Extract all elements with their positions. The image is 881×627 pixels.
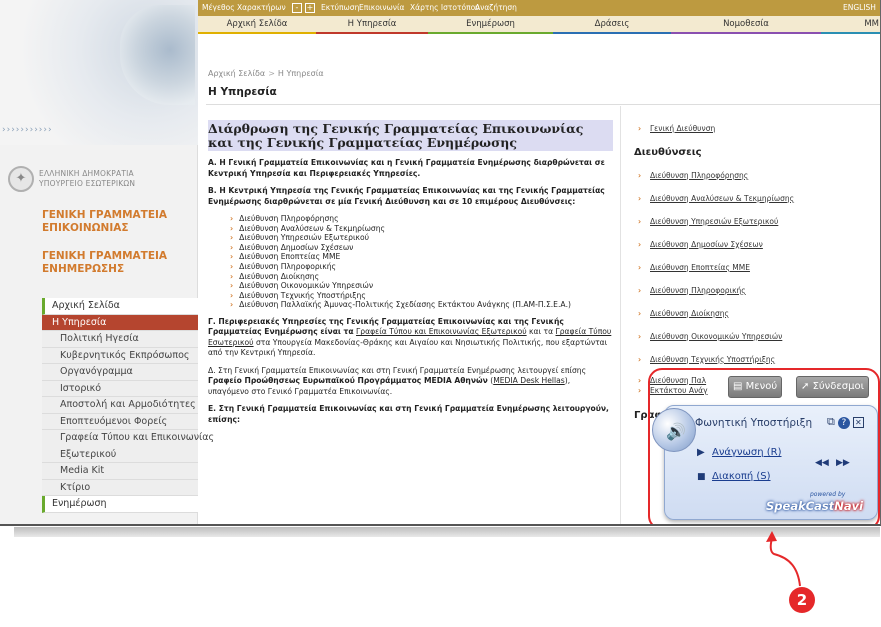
english-link[interactable]: ENGLISH xyxy=(843,0,876,16)
secretariat-information-link[interactable]: ΓΕΝΙΚΗ ΓΡΑΜΜΑΤΕΙΑ ΕΝΗΜΕΡΩΣΗΣ xyxy=(42,250,167,276)
paragraph-g-rest: στα Υπουργεία Μακεδονίας-Θράκης και Αιγα… xyxy=(208,337,608,358)
breadcrumb-current: Η Υπηρεσία xyxy=(277,69,324,78)
right-link[interactable]: Διεύθυνση Οικονομικών Υπηρεσιών xyxy=(638,332,782,341)
list-item: Διεύθυνση Δημοσίων Σχέσεων xyxy=(230,243,613,253)
right-link[interactable]: Διεύθυνση Τεχνικής Υποστήριξης xyxy=(638,355,775,364)
screenshot-shadow xyxy=(14,527,880,537)
sidebar-item-political-leadership[interactable]: Πολιτική Ηγεσία xyxy=(42,331,198,348)
breadcrumb-separator: > xyxy=(268,69,275,78)
list-item: Διεύθυνση Διοίκησης xyxy=(230,272,613,282)
contact-link[interactable]: Επικοινωνία xyxy=(359,0,404,16)
sidebar-item-building[interactable]: Κτίριο xyxy=(42,479,198,496)
font-increase-button[interactable]: + xyxy=(305,3,315,13)
government-label: ΕΛΛΗΝΙΚΗ ΔΗΜΟΚΡΑΤΙΑ ΥΠΟΥΡΓΕΙΟ ΕΣΩΤΕΡΙΚΩΝ xyxy=(39,169,135,189)
highlight-box xyxy=(648,368,880,524)
list-item: Διεύθυνση Πληροφόρησης xyxy=(230,214,613,224)
left-column: ››››››››››› ✦ ΕΛΛΗΝΙΚΗ ΔΗΜΟΚΡΑΤΙΑ ΥΠΟΥΡΓ… xyxy=(0,0,214,524)
paragraph-d-bold: Γραφείο Προώθησεως Ευρωπαϊκού Προγράμματ… xyxy=(208,376,488,386)
main-content: Διάρθρωση της Γενικής Γραμματείας Επικοι… xyxy=(208,120,613,425)
paragraph-b: Β. Η Κεντρική Υπηρεσία της Γενικής Γραμμ… xyxy=(208,186,605,206)
general-directorate-link[interactable]: Γενική Διεύθυνση xyxy=(638,124,715,133)
list-item: Διεύθυνση Υπηρεσιών Εξωτερικού xyxy=(230,233,613,243)
sidebar-item-home[interactable]: Αρχική Σελίδα xyxy=(42,298,198,315)
right-link[interactable]: Διεύθυνση Διοίκησης xyxy=(638,309,729,318)
list-item: Διεύθυνση Αναλύσεων & Τεκμηρίωσης xyxy=(230,224,613,234)
sidebar-item-media-kit[interactable]: Media Kit xyxy=(42,463,198,480)
divider xyxy=(206,104,880,105)
right-link[interactable]: Διεύθυνση Πληροφόρησης xyxy=(638,171,748,180)
paragraph-d-start: Δ. Στη Γενική Γραμματεία Επικοινωνίας κα… xyxy=(208,365,587,375)
paragraph-d: Δ. Στη Γενική Γραμματεία Επικοινωνίας κα… xyxy=(208,365,587,396)
greek-emblem-icon: ✦ xyxy=(8,166,34,192)
gov-line-1: ΕΛΛΗΝΙΚΗ ΔΗΜΟΚΡΑΤΙΑ xyxy=(39,169,134,178)
main-nav: Αρχική Σελίδα Η Υπηρεσία Ενημέρωση Δράσε… xyxy=(198,16,880,34)
sec1-line1: ΓΕΝΙΚΗ ΓΡΑΜΜΑΤΕΙΑ xyxy=(42,209,168,221)
list-item: Διεύθυνση Οικονομικών Υπηρεσιών xyxy=(230,281,613,291)
list-item: Διεύθυνση Τεχνικής Υποστήριξης xyxy=(230,291,613,301)
paragraph-g-mid: και τα xyxy=(529,327,554,337)
sec2-line1: ΓΕΝΙΚΗ ΓΡΑΜΜΑΤΕΙΑ xyxy=(42,250,168,262)
foreign-press-offices-link[interactable]: Γραφεία Τύπου και Επικοινωνίας Εξωτερικο… xyxy=(356,327,527,336)
right-link[interactable]: Διεύθυνση Αναλύσεων & Τεκμηρίωσης xyxy=(638,194,794,203)
search-link[interactable]: Αναζήτηση xyxy=(475,0,517,16)
utility-bar: Μέγεθος Χαρακτήρων - + Εκτύπωση Επικοινω… xyxy=(198,0,880,16)
decorative-arrows: ››››››››››› xyxy=(2,125,53,135)
page-title: Η Υπηρεσία xyxy=(208,86,277,98)
sidebar-item-information[interactable]: Ενημέρωση xyxy=(42,496,198,513)
sidebar-item-press-offices-2[interactable]: Εξωτερικού xyxy=(42,446,198,463)
sidebar-item-org-chart[interactable]: Οργανόγραμμα xyxy=(42,364,198,381)
nav-legislation[interactable]: Νομοθεσία xyxy=(671,16,821,34)
list-item: Διεύθυνση Παλλαϊκής Άμυνας-Πολιτικής Σχε… xyxy=(230,300,613,310)
media-desk-link[interactable]: MEDIA Desk Hellas xyxy=(493,376,565,385)
sidebar-menu: Αρχική Σελίδα Η Υπηρεσία Πολιτική Ηγεσία… xyxy=(42,298,214,513)
main-heading: Διάρθρωση της Γενικής Γραμματείας Επικοι… xyxy=(208,120,613,151)
directorates-heading: Διευθύνσεις xyxy=(634,147,702,158)
nav-mm[interactable]: ΜΜ xyxy=(821,16,880,34)
right-link[interactable]: Διεύθυνση Υπηρεσιών Εξωτερικού xyxy=(638,217,778,226)
sidebar-item-service[interactable]: Η Υπηρεσία xyxy=(42,314,198,331)
sidebar-item-history[interactable]: Ιστορικό xyxy=(42,380,198,397)
breadcrumb: Αρχική Σελίδα > Η Υπηρεσία xyxy=(208,69,324,78)
nav-service[interactable]: Η Υπηρεσία xyxy=(316,16,428,34)
paragraph-a: Α. Η Γενική Γραμματεία Επικοινωνίας και … xyxy=(208,158,605,178)
paragraph-g: Γ. Περιφερειακές Υπηρεσίες της Γενικής Γ… xyxy=(208,317,613,359)
sec2-line2: ΕΝΗΜΕΡΩΣΗΣ xyxy=(42,263,125,275)
font-size-label: Μέγεθος Χαρακτήρων xyxy=(202,3,286,12)
sidebar-item-mission[interactable]: Αποστολή και Αρμοδιότητες xyxy=(42,397,198,414)
browser-screenshot: ››››››››››› ✦ ΕΛΛΗΝΙΚΗ ΔΗΜΟΚΡΑΤΙΑ ΥΠΟΥΡΓ… xyxy=(0,0,881,526)
breadcrumb-home[interactable]: Αρχική Σελίδα xyxy=(208,69,265,78)
annotation-arrow xyxy=(766,531,801,587)
list-item: Διεύθυνση Εποπτείας ΜΜΕ xyxy=(230,252,613,262)
nav-actions[interactable]: Δράσεις xyxy=(553,16,671,34)
directorates-list: Διεύθυνση Πληροφόρησης Διεύθυνση Αναλύσε… xyxy=(230,214,613,310)
sidebar-item-press-offices[interactable]: Γραφεία Τύπου και Επικοινωνίας xyxy=(42,430,214,447)
annotation-number-badge: 2 xyxy=(789,587,815,613)
paragraph-e: Ε. Στη Γενική Γραμματεία Επικοινωνίας κα… xyxy=(208,404,609,424)
paragraph-d-end: υπαγόμενο στο Γενικό Γραμματέα Επικοινων… xyxy=(208,386,393,396)
page: ››››››››››› ✦ ΕΛΛΗΝΙΚΗ ΔΗΜΟΚΡΑΤΙΑ ΥΠΟΥΡΓ… xyxy=(0,0,881,627)
sec1-line2: ΕΠΙΚΟΙΝΩΝΙΑΣ xyxy=(42,222,129,234)
right-link[interactable]: Διεύθυνση Εποπτείας ΜΜΕ xyxy=(638,263,750,272)
font-decrease-button[interactable]: - xyxy=(292,3,302,13)
print-link[interactable]: Εκτύπωση xyxy=(321,0,359,16)
right-link[interactable]: Διεύθυνση Πληροφορικής xyxy=(638,286,746,295)
nav-info[interactable]: Ενημέρωση xyxy=(428,16,553,34)
right-link[interactable]: Διεύθυνση Δημοσίων Σχέσεων xyxy=(638,240,763,249)
sitemap-link[interactable]: Χάρτης Ιστοτόπου xyxy=(410,0,480,16)
nav-home[interactable]: Αρχική Σελίδα xyxy=(198,16,316,34)
gov-line-2: ΥΠΟΥΡΓΕΙΟ ΕΣΩΤΕΡΙΚΩΝ xyxy=(39,179,136,188)
column-divider xyxy=(620,106,621,524)
list-item: Διεύθυνση Πληροφορικής xyxy=(230,262,613,272)
sidebar-item-spokesperson[interactable]: Κυβερνητικός Εκπρόσωπος xyxy=(42,347,198,364)
sidebar-item-supervised-bodies[interactable]: Εποπτευόμενοι Φορείς xyxy=(42,413,198,430)
secretariat-communication-link[interactable]: ΓΕΝΙΚΗ ΓΡΑΜΜΑΤΕΙΑ ΕΠΙΚΟΙΝΩΝΙΑΣ xyxy=(42,209,167,235)
